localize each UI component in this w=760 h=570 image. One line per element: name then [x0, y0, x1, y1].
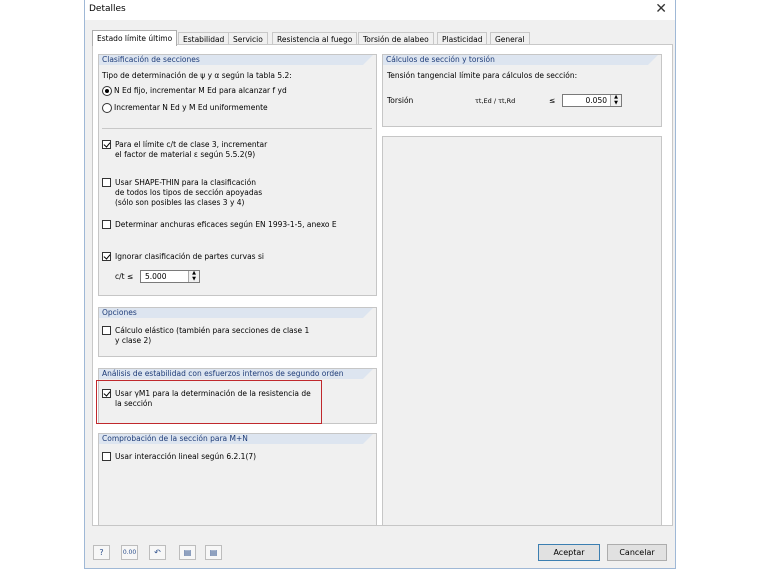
le-symbol: ≤ — [549, 96, 556, 105]
undo-icon[interactable]: ↶ — [149, 545, 166, 560]
group-header: Comprobación de la sección para M+N — [99, 434, 373, 444]
help-icon[interactable]: ? — [93, 545, 110, 560]
chk-shape-thin-label3: (sólo son posibles las clases 3 y 4) — [115, 198, 245, 207]
group-header: Análisis de estabilidad con esfuerzos in… — [99, 369, 373, 379]
ct-spinner[interactable]: 5.000 ▲ ▼ — [140, 270, 200, 283]
title-bar: Detalles ✕ — [85, 0, 675, 20]
units-icon[interactable]: 0.00 — [121, 545, 138, 560]
chk-limite-ct-label2: el factor de material ε según 5.5.2(9) — [115, 150, 256, 159]
chk-limite-ct-label1: Para el límite c/t de clase 3, increment… — [115, 140, 268, 149]
ct-value: 5.000 — [145, 272, 167, 281]
window-title: Detalles — [89, 4, 126, 14]
ct-label: c/t ≤ — [115, 272, 134, 281]
chk-shape-thin-label1: Usar SHAPE-THIN para la clasificación — [115, 178, 256, 187]
highlight-frame — [96, 380, 322, 424]
empty-panel — [382, 136, 662, 526]
ratio-label: τt,Ed / τt,Rd — [475, 97, 516, 105]
chk-calculo-elastico-label2: y clase 2) — [115, 336, 152, 345]
chk-ignorar-curvas-label: Ignorar clasificación de partes curvas s… — [115, 252, 264, 261]
radio-incrementar[interactable] — [102, 103, 112, 113]
close-icon[interactable]: ✕ — [655, 1, 667, 17]
chk-calculo-elastico[interactable] — [102, 326, 111, 335]
torsion-value: 0.050 — [585, 96, 607, 105]
radio-ned-fijo[interactable] — [102, 86, 112, 96]
accept-button[interactable]: Aceptar — [538, 544, 600, 561]
tipo-label: Tipo de determinación de ψ y α según la … — [102, 71, 292, 80]
tension-label: Tensión tangencial límite para cálculos … — [387, 71, 578, 80]
cancel-button[interactable]: Cancelar — [607, 544, 667, 561]
chk-limite-ct[interactable] — [102, 140, 111, 149]
group-header: Opciones — [99, 308, 373, 318]
chk-interaccion-lineal[interactable] — [102, 452, 111, 461]
radio-ned-fijo-label: N Ed fijo, incrementar M Ed para alcanza… — [114, 86, 287, 95]
spin-arrows-icon[interactable]: ▲ ▼ — [610, 94, 621, 106]
tab-estado-limite-ultimo[interactable]: Estado límite último — [92, 30, 178, 46]
chk-interaccion-lineal-label: Usar interacción lineal según 6.2.1(7) — [115, 452, 257, 461]
group-comprobacion: Comprobación de la sección para M+N — [98, 433, 377, 526]
save-defaults-icon[interactable]: ▤ — [205, 545, 222, 560]
divider — [102, 128, 372, 129]
chk-shape-thin[interactable] — [102, 178, 111, 187]
group-header: Clasificación de secciones — [99, 55, 373, 65]
group-header: Cálculos de sección y torsión — [383, 55, 658, 65]
chk-shape-thin-label2: de todos los tipos de sección apoyadas — [115, 188, 263, 197]
torsion-spinner[interactable]: 0.050 ▲ ▼ — [562, 94, 622, 107]
group-calculos: Cálculos de sección y torsión — [382, 54, 662, 127]
torsion-label: Torsión — [387, 96, 414, 105]
chk-anchuras-eficaces[interactable] — [102, 220, 111, 229]
radio-incrementar-label: Incrementar N Ed y M Ed uniformemente — [114, 103, 268, 112]
chk-anchuras-eficaces-label: Determinar anchuras eficaces según EN 19… — [115, 220, 337, 229]
spin-arrows-icon[interactable]: ▲ ▼ — [188, 270, 199, 282]
chk-ignorar-curvas[interactable] — [102, 252, 111, 261]
chk-calculo-elastico-label1: Cálculo elástico (también para secciones… — [115, 326, 310, 335]
load-defaults-icon[interactable]: ▤ — [179, 545, 196, 560]
